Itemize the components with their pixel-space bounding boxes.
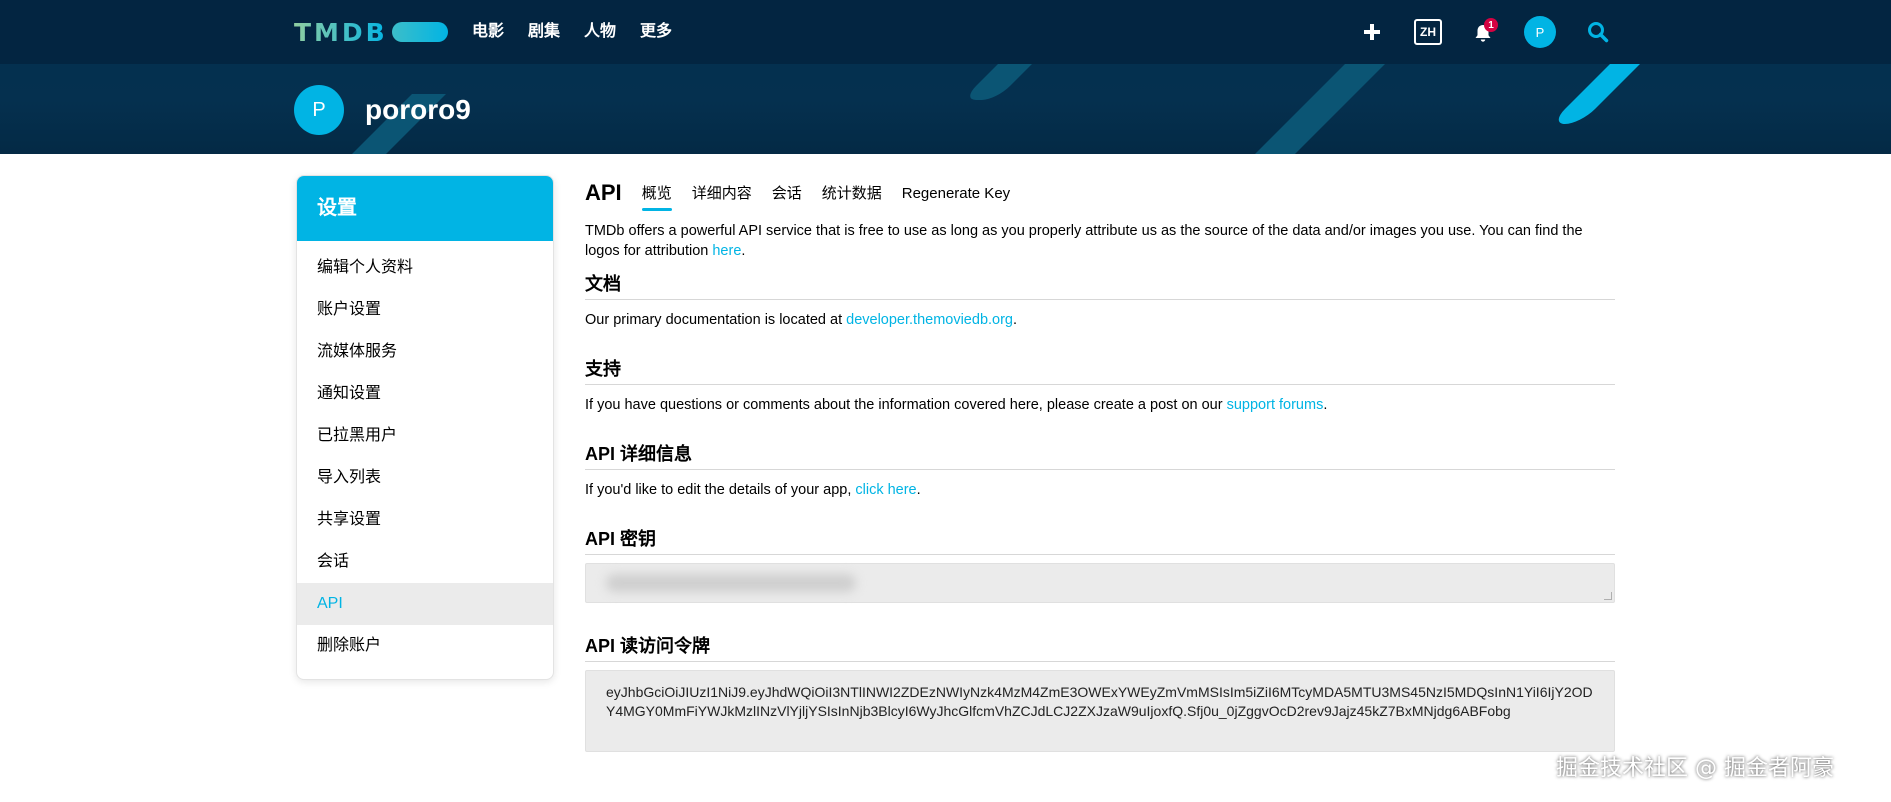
search-button[interactable] xyxy=(1582,16,1614,48)
support-forums-link[interactable]: support forums xyxy=(1227,397,1324,413)
add-button[interactable] xyxy=(1356,16,1388,48)
sidebar-list: 编辑个人资料 账户设置 流媒体服务 通知设置 已拉黑用户 导入列表 共享设置 会… xyxy=(297,241,553,667)
docs-link[interactable]: developer.themoviedb.org xyxy=(846,312,1013,328)
sidebar-item-delete-account[interactable]: 删除账户 xyxy=(297,625,553,667)
api-key-field[interactable] xyxy=(585,563,1615,603)
tab-overview[interactable]: 概览 xyxy=(641,183,672,211)
menu-more[interactable]: 更多 xyxy=(640,20,672,44)
profile-avatar[interactable]: P xyxy=(294,85,344,135)
api-details-paragraph: If you'd like to edit the details of you… xyxy=(585,482,921,498)
search-icon xyxy=(1588,22,1609,43)
api-key-section: API 密钥 xyxy=(585,526,1615,603)
tab-regenerate-key[interactable]: Regenerate Key xyxy=(902,183,1010,207)
support-text: If you have questions or comments about … xyxy=(585,397,1227,413)
api-details-title: API 详细信息 xyxy=(585,441,1615,470)
sidebar-item-blocked-users[interactable]: 已拉黑用户 xyxy=(297,415,553,457)
main-menu: 电影 剧集 人物 更多 xyxy=(472,20,672,44)
sidebar-item-edit-profile[interactable]: 编辑个人资料 xyxy=(297,247,553,289)
api-settings-panel: API 概览 详细内容 会话 统计数据 Regenerate Key TMDb … xyxy=(585,175,1615,752)
docs-text-paragraph: Our primary documentation is located at … xyxy=(585,312,1018,328)
plus-icon xyxy=(1364,24,1380,40)
language-button[interactable]: ZH xyxy=(1414,19,1442,45)
menu-movies[interactable]: 电影 xyxy=(472,20,504,44)
top-navigation: TMDB 电影 剧集 人物 更多 ZH 1 P xyxy=(0,0,1891,64)
sidebar-title: 设置 xyxy=(297,176,553,241)
attribution-link[interactable]: here xyxy=(712,243,741,259)
api-key-title: API 密钥 xyxy=(585,526,1615,555)
api-details-text: If you'd like to edit the details of you… xyxy=(585,482,856,498)
docs-section: 文档 Our primary documentation is located … xyxy=(585,271,1615,330)
tmdb-logo[interactable]: TMDB xyxy=(294,17,448,47)
watermark: 掘金技术社区 @ 掘金者阿豪 xyxy=(1556,756,1834,781)
tab-details[interactable]: 详细内容 xyxy=(692,183,752,207)
banner-stripe xyxy=(1255,64,1385,154)
api-key-redacted xyxy=(606,574,856,592)
menu-tv[interactable]: 剧集 xyxy=(528,20,560,44)
sidebar-item-notifications[interactable]: 通知设置 xyxy=(297,373,553,415)
sidebar-item-sessions[interactable]: 会话 xyxy=(297,541,553,583)
sidebar-item-import-lists[interactable]: 导入列表 xyxy=(297,457,553,499)
resize-handle[interactable] xyxy=(1604,592,1612,600)
settings-sidebar: 设置 编辑个人资料 账户设置 流媒体服务 通知设置 已拉黑用户 导入列表 共享设… xyxy=(296,175,554,680)
api-tabs: API 概览 详细内容 会话 统计数据 Regenerate Key xyxy=(585,175,1615,211)
edit-app-link[interactable]: click here xyxy=(855,482,916,498)
sidebar-item-sharing-settings[interactable]: 共享设置 xyxy=(297,499,553,541)
sidebar-item-api[interactable]: API xyxy=(297,583,553,625)
support-text-paragraph: If you have questions or comments about … xyxy=(585,397,1328,413)
profile-username[interactable]: pororo9 xyxy=(365,90,471,130)
profile-banner: P pororo9 xyxy=(0,64,1891,154)
logo-text: TMDB xyxy=(294,17,388,47)
menu-people[interactable]: 人物 xyxy=(584,20,616,44)
intro-paragraph: TMDb offers a powerful API service that … xyxy=(585,223,1583,259)
tab-statistics[interactable]: 统计数据 xyxy=(822,183,882,207)
user-avatar[interactable]: P xyxy=(1524,16,1556,48)
read-token-section: API 读访问令牌 eyJhbGciOiJIUzI1NiJ9.eyJhdWQiO… xyxy=(585,633,1615,752)
logo-pill-shape xyxy=(391,22,448,42)
notifications-button[interactable]: 1 xyxy=(1468,18,1498,48)
tab-sessions[interactable]: 会话 xyxy=(772,183,802,207)
support-section: 支持 If you have questions or comments abo… xyxy=(585,356,1615,415)
docs-title: 文档 xyxy=(585,271,1615,300)
banner-stripe xyxy=(962,64,1032,100)
support-title: 支持 xyxy=(585,356,1615,385)
notification-badge: 1 xyxy=(1484,18,1498,32)
banner-stripe-accent xyxy=(1550,64,1640,124)
page-title: API xyxy=(585,180,622,205)
docs-text: Our primary documentation is located at xyxy=(585,312,847,328)
sidebar-item-account-settings[interactable]: 账户设置 xyxy=(297,289,553,331)
sidebar-item-streaming-services[interactable]: 流媒体服务 xyxy=(297,331,553,373)
read-token-title: API 读访问令牌 xyxy=(585,633,1615,662)
api-details-section: API 详细信息 If you'd like to edit the detai… xyxy=(585,441,1615,500)
read-token-field[interactable]: eyJhbGciOiJIUzI1NiJ9.eyJhdWQiOiI3NTlINWI… xyxy=(585,670,1615,752)
